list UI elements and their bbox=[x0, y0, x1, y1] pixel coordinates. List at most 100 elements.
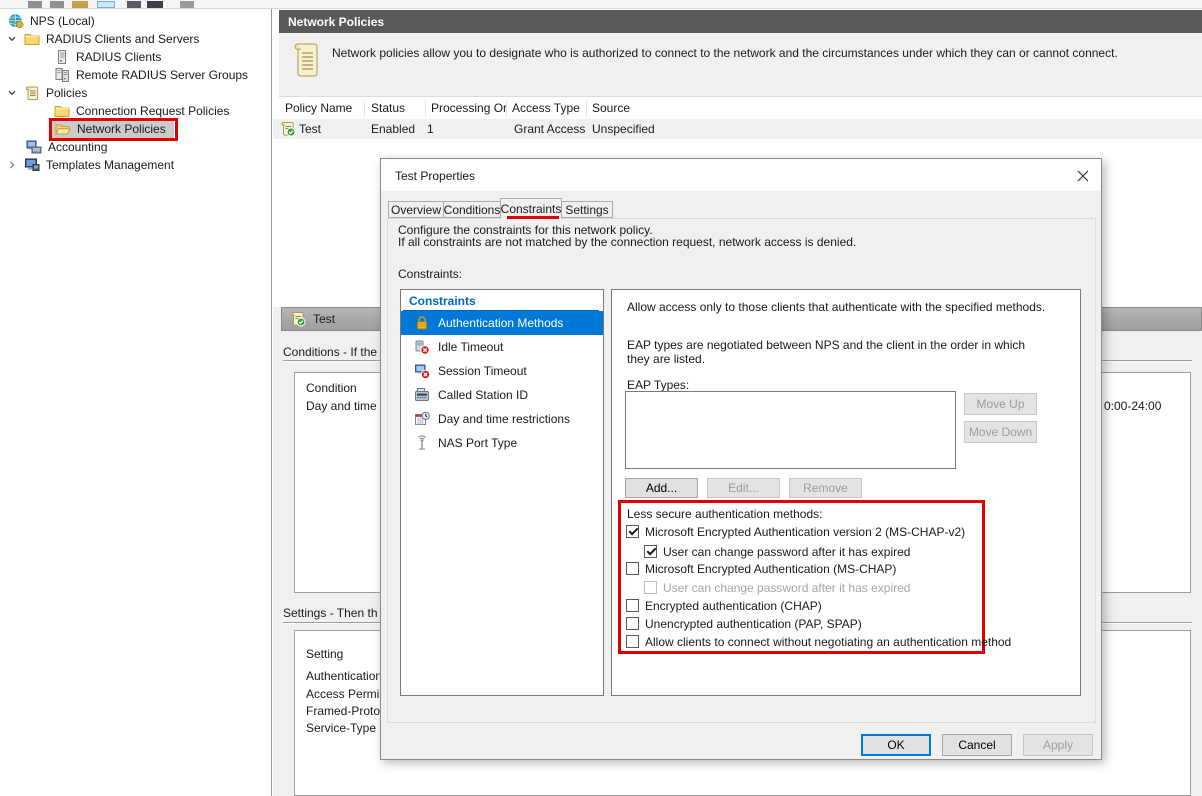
conditions-section-label: Conditions - If the bbox=[283, 345, 377, 359]
checkbox-row-pap-spap: Unencrypted authentication (PAP, SPAP) bbox=[612, 617, 1080, 632]
conditions-column-header: Condition bbox=[306, 381, 357, 395]
chap-checkbox[interactable] bbox=[626, 599, 639, 612]
server-icon bbox=[54, 49, 70, 65]
folder-icon bbox=[54, 103, 70, 119]
less-secure-methods-label: Less secure authentication methods: bbox=[627, 507, 822, 521]
checkbox-label: Encrypted authentication (CHAP) bbox=[645, 599, 822, 613]
sidebar-item-nps-local[interactable]: NPS (Local) bbox=[0, 11, 271, 30]
chevron-down-icon[interactable] bbox=[6, 87, 18, 99]
remove-button[interactable]: Remove bbox=[789, 478, 862, 498]
toolbar-icon[interactable] bbox=[180, 1, 194, 8]
nas-port-icon bbox=[414, 435, 430, 451]
checkbox-label: Unencrypted authentication (PAP, SPAP) bbox=[645, 617, 862, 631]
apply-button[interactable]: Apply bbox=[1023, 734, 1093, 756]
checkbox-label: User can change password after it has ex… bbox=[663, 545, 910, 559]
add-button[interactable]: Add... bbox=[625, 478, 698, 498]
chevron-down-icon[interactable] bbox=[6, 33, 18, 45]
policy-check-icon bbox=[280, 121, 296, 137]
sidebar-item-radius-clients[interactable]: RADIUS Clients bbox=[0, 47, 271, 66]
column-header-processing-order[interactable]: Processing Order bbox=[426, 101, 507, 116]
tab-settings[interactable]: Settings bbox=[561, 201, 613, 218]
sidebar-item-label: NPS (Local) bbox=[30, 14, 95, 28]
move-down-button[interactable]: Move Down bbox=[964, 421, 1037, 443]
toolbar-icon[interactable] bbox=[50, 1, 64, 8]
policy-check-icon bbox=[290, 311, 306, 327]
cancel-button[interactable]: Cancel bbox=[942, 734, 1012, 756]
authentication-methods-panel: Allow access only to those clients that … bbox=[611, 289, 1081, 696]
policy-table-row-test[interactable]: Test Enabled 1 Grant Access Unspecified bbox=[273, 119, 1202, 139]
toolbar-icon[interactable] bbox=[72, 1, 88, 8]
chevron-right-icon[interactable] bbox=[6, 159, 18, 171]
results-pane-header: Network Policies bbox=[279, 10, 1202, 33]
settings-section-label: Settings - Then th bbox=[283, 606, 378, 620]
no-negotiation-checkbox[interactable] bbox=[626, 635, 639, 648]
toolbar-icon[interactable] bbox=[127, 1, 141, 8]
checkbox-row-mschap-v2-password-change: User can change password after it has ex… bbox=[612, 545, 1080, 560]
dialog-title: Test Properties bbox=[395, 169, 475, 183]
column-header-status[interactable]: Status bbox=[365, 101, 426, 116]
pap-spap-checkbox[interactable] bbox=[626, 617, 639, 630]
column-header-policy-name[interactable]: Policy Name bbox=[273, 101, 365, 116]
cell-source: Unspecified bbox=[592, 122, 655, 136]
checkbox-label: Microsoft Encrypted Authentication (MS-C… bbox=[645, 562, 896, 576]
sidebar-item-policies[interactable]: Policies bbox=[0, 83, 271, 102]
mschap-v2-password-change-checkbox[interactable] bbox=[644, 545, 657, 558]
checkbox-label: Microsoft Encrypted Authentication versi… bbox=[645, 525, 965, 539]
sidebar-item-radius-clients-and-servers[interactable]: RADIUS Clients and Servers bbox=[0, 29, 271, 48]
session-timeout-icon bbox=[414, 363, 430, 379]
toolbar-icon[interactable] bbox=[28, 1, 42, 8]
constraint-item-label: Called Station ID bbox=[438, 388, 528, 402]
test-properties-dialog: Test Properties Overview Conditions Cons… bbox=[380, 158, 1102, 760]
description-panel bbox=[279, 33, 1202, 97]
setting-row: Service-Type bbox=[306, 721, 376, 735]
settings-column-header: Setting bbox=[306, 647, 343, 661]
folder-icon bbox=[24, 31, 40, 47]
called-station-icon bbox=[414, 387, 430, 403]
tab-overview[interactable]: Overview bbox=[388, 201, 444, 218]
policy-table-header: Policy Name Status Processing Order Acce… bbox=[273, 97, 1202, 119]
cell-processing-order: 1 bbox=[427, 122, 434, 136]
nps-globe-icon bbox=[8, 13, 24, 29]
checkbox-row-no-negotiation: Allow clients to connect without negotia… bbox=[612, 635, 1080, 650]
sidebar-item-label: Connection Request Policies bbox=[76, 104, 229, 118]
sidebar-item-label: Accounting bbox=[48, 140, 107, 154]
eap-types-listbox[interactable] bbox=[625, 391, 956, 469]
sidebar-item-templates-management[interactable]: Templates Management bbox=[0, 155, 271, 174]
sidebar-item-remote-radius-server-groups[interactable]: Remote RADIUS Server Groups bbox=[0, 65, 271, 84]
constraint-item-session-timeout[interactable]: Session Timeout bbox=[401, 359, 603, 383]
edit-button[interactable]: Edit... bbox=[707, 478, 780, 498]
cell-policy-name: Test bbox=[299, 122, 321, 136]
mschap-v2-checkbox[interactable] bbox=[626, 525, 639, 538]
constraint-item-idle-timeout[interactable]: Idle Timeout bbox=[401, 335, 603, 359]
eap-types-label: EAP Types: bbox=[627, 378, 689, 392]
ok-button[interactable]: OK bbox=[861, 734, 931, 756]
constraint-item-label: Authentication Methods bbox=[438, 316, 563, 330]
constraint-item-authentication-methods[interactable]: Authentication Methods bbox=[401, 311, 603, 335]
column-header-source[interactable]: Source bbox=[587, 101, 1202, 116]
move-up-button[interactable]: Move Up bbox=[964, 393, 1037, 415]
nps-console-window: NPS (Local) RADIUS Clients and Servers R… bbox=[0, 0, 1202, 796]
idle-timeout-icon bbox=[414, 339, 430, 355]
constraint-item-called-station-id[interactable]: Called Station ID bbox=[401, 383, 603, 407]
close-icon[interactable] bbox=[1074, 168, 1092, 184]
constraints-listbox: Constraints Authentication Methods Idle … bbox=[400, 289, 604, 696]
constraints-intro-line2: If all constraints are not matched by th… bbox=[398, 235, 856, 249]
mschap-checkbox[interactable] bbox=[626, 562, 639, 575]
constraint-item-day-time-restrictions[interactable]: Day and time restrictions bbox=[401, 407, 603, 431]
checkbox-row-mschap-password-change: User can change password after it has ex… bbox=[612, 581, 1080, 596]
tab-conditions[interactable]: Conditions bbox=[443, 201, 501, 218]
dialog-title-bar: Test Properties bbox=[381, 159, 1101, 191]
auth-panel-line1: Allow access only to those clients that … bbox=[627, 300, 1067, 314]
checkbox-row-mschap: Microsoft Encrypted Authentication (MS-C… bbox=[612, 562, 1080, 577]
sidebar-item-label: Templates Management bbox=[46, 158, 174, 172]
constraint-item-nas-port-type[interactable]: NAS Port Type bbox=[401, 431, 603, 455]
pane-description: Network policies allow you to designate … bbox=[332, 46, 1182, 60]
condition-row-value: 0:00-24:00 bbox=[1104, 399, 1161, 413]
mschap-password-change-checkbox[interactable] bbox=[644, 581, 657, 594]
tab-label: Settings bbox=[565, 203, 608, 217]
toolbar-icon[interactable] bbox=[147, 1, 163, 8]
auth-panel-line2: EAP types are negotiated between NPS and… bbox=[627, 338, 1047, 366]
lock-icon bbox=[414, 315, 430, 331]
column-header-access-type[interactable]: Access Type bbox=[507, 101, 587, 116]
toolbar-icon[interactable] bbox=[97, 1, 115, 8]
